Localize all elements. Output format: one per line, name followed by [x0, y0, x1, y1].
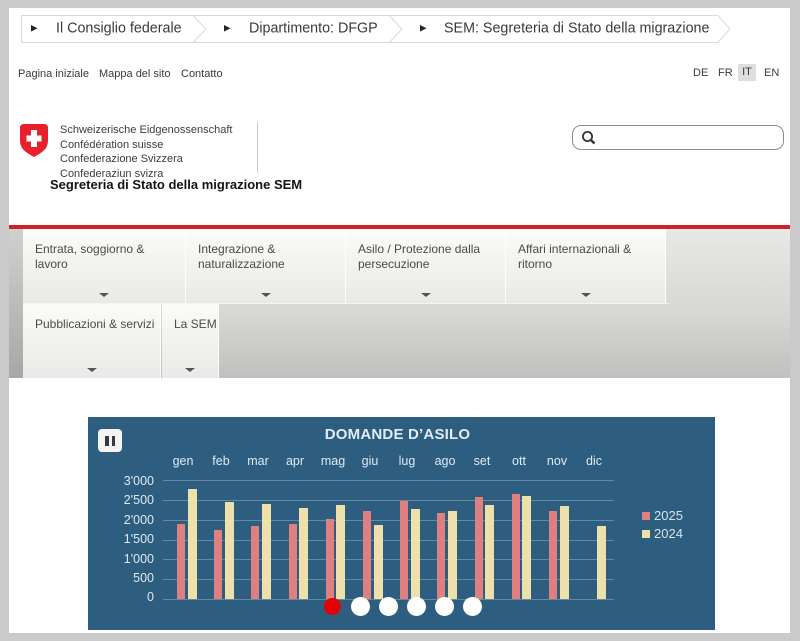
svg-text:SEM: Segreteria di Stato della: SEM: Segreteria di Stato della migrazion… [444, 21, 709, 37]
svg-text:Dipartimento: DFGP: Dipartimento: DFGP [249, 21, 378, 37]
svg-text:Il Consiglio federale: Il Consiglio federale [56, 21, 182, 37]
